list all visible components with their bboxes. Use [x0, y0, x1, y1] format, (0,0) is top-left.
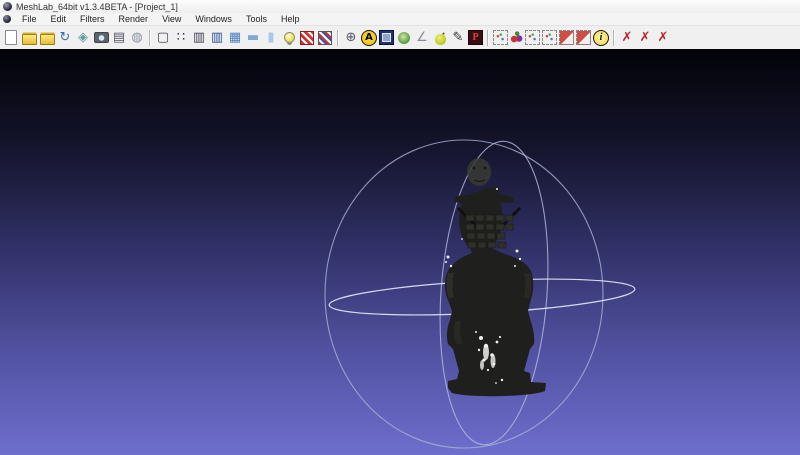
viewport[interactable] [0, 49, 800, 455]
menu-items: File Edit Filters Render View Windows Tools Hel… [15, 13, 306, 25]
delete-faces-vertices-icon[interactable]: ✗ [655, 30, 671, 46]
move-selection-icon[interactable] [542, 30, 557, 45]
menu-item-view[interactable]: View [155, 13, 188, 25]
pickpoints-icon[interactable]: P [468, 30, 483, 45]
paint-tool-icon[interactable]: ✎ [450, 30, 466, 46]
menu-item-edit[interactable]: Edit [44, 13, 74, 25]
delete-selected-vertices-icon[interactable]: ✗ [619, 30, 635, 46]
points-render-icon[interactable]: ∷ [173, 30, 189, 46]
import-mesh-icon[interactable] [39, 30, 55, 46]
texture-toggle-icon[interactable] [299, 30, 315, 46]
select-face-rect-icon[interactable] [559, 30, 574, 45]
hidden-lines-render-icon[interactable]: ▥ [209, 30, 225, 46]
flat-lines-render-icon[interactable]: ▦ [227, 30, 243, 46]
gl-canvas [324, 139, 636, 449]
info-icon[interactable]: i [593, 29, 609, 46]
menu-item-windows[interactable]: Windows [188, 13, 239, 25]
toolbar-separator [149, 29, 151, 46]
menu-item-filters[interactable]: Filters [73, 13, 112, 25]
menu-item-render[interactable]: Render [112, 13, 156, 25]
delete-selected-faces-icon[interactable]: ✗ [637, 30, 653, 46]
warrior-eye-right [483, 166, 487, 170]
select-faces-icon[interactable] [525, 30, 540, 45]
light-toggle-icon[interactable] [281, 30, 297, 46]
measure-tool-icon[interactable]: ∠ [414, 30, 430, 46]
warrior-eye-left [472, 166, 476, 170]
show-axis-icon[interactable]: A [361, 29, 377, 46]
deselect-face-rect-icon[interactable] [576, 30, 591, 45]
project-window-icon[interactable] [3, 15, 11, 23]
meshlab-window: MeshLab_64bit v1.3.4BETA - [Project_1] F… [0, 0, 800, 455]
flat-render-icon[interactable]: ▬ [245, 30, 261, 46]
select-connected-icon[interactable] [510, 31, 523, 44]
open-web-icon[interactable]: ◍ [129, 30, 145, 46]
decoration-toggle-icon[interactable] [317, 30, 333, 46]
show-layers-icon[interactable]: ▤ [111, 30, 127, 46]
menu-item-tools[interactable]: Tools [239, 13, 274, 25]
select-vertices-icon[interactable] [493, 30, 508, 45]
export-mesh-icon[interactable]: ◈ [75, 30, 91, 46]
window-title: MeshLab_64bit v1.3.4BETA - [Project_1] [16, 1, 178, 12]
quality-mapper-icon[interactable] [396, 30, 412, 46]
toolbar-separator [487, 29, 489, 46]
layer-dialog-icon[interactable] [379, 30, 394, 45]
menu-item-file[interactable]: File [15, 13, 44, 25]
trackball-icon[interactable]: ⊕ [343, 30, 359, 46]
menu-item-help[interactable]: Help [274, 13, 307, 25]
bounding-box-render-icon[interactable]: ▢ [155, 30, 171, 46]
menu-bar: File Edit Filters Render View Windows Tools Hel… [0, 13, 800, 26]
main-toolbar: ↻ ◈ ▤ ◍ ▢ ∷ ▥ ▥ ▦ ▬ ▮ ⊕ A ∠ ✎ Pi ✗ ✗ ✗ [0, 26, 800, 50]
point-picker-icon[interactable] [432, 30, 448, 46]
smooth-render-icon[interactable]: ▮ [263, 30, 279, 46]
wireframe-render-icon[interactable]: ▥ [191, 30, 207, 46]
new-project-icon[interactable] [3, 30, 19, 46]
title-bar[interactable]: MeshLab_64bit v1.3.4BETA - [Project_1] [0, 0, 800, 13]
reload-mesh-icon[interactable]: ↻ [57, 30, 73, 46]
open-project-icon[interactable] [21, 30, 37, 46]
snapshot-icon[interactable] [93, 30, 109, 46]
toolbar-separator [613, 29, 615, 46]
meshlab-logo-icon [3, 2, 12, 11]
toolbar-separator [337, 29, 339, 46]
